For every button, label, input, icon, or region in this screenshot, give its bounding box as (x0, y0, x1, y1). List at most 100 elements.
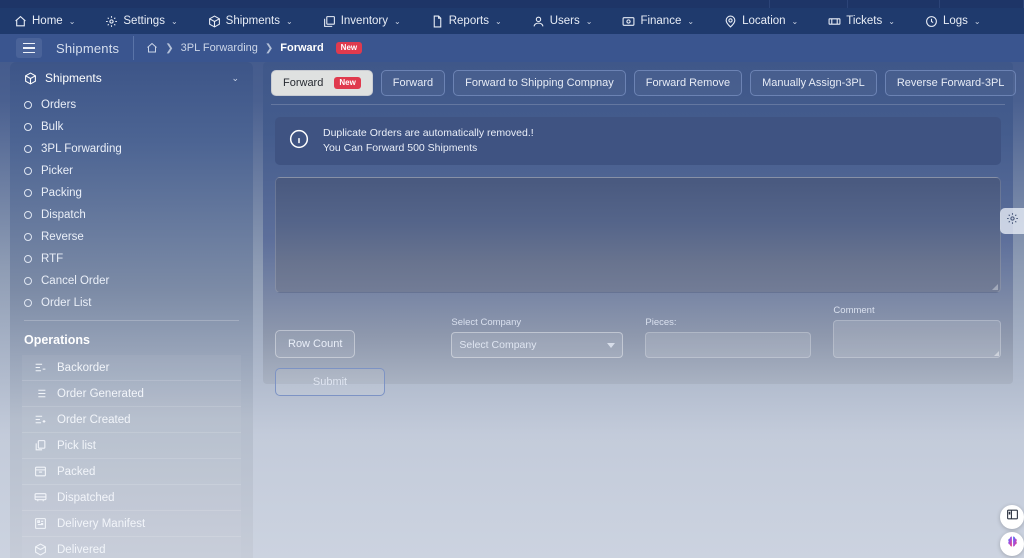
breadcrumb-item-3pl-forwarding[interactable]: 3PL Forwarding (181, 42, 258, 54)
nav-item-finance[interactable]: Finance ⌄ (622, 15, 708, 28)
tab-label: Reverse Forward-3PL (896, 77, 1005, 89)
sidebar-item-delivered[interactable]: Delivered (22, 537, 241, 558)
divider (271, 104, 1005, 105)
nav-item-shipments[interactable]: Shipments ⌄ (208, 14, 307, 28)
sidebar-item-backorder[interactable]: Backorder (22, 355, 241, 381)
sidebar-item-reverse[interactable]: Reverse (10, 226, 253, 248)
tab-reverse-forward-3pl[interactable]: Reverse Forward-3PL (884, 70, 1017, 96)
settings-fab[interactable] (1000, 208, 1024, 234)
comment-group: Comment (833, 305, 1002, 358)
sidebar-item-orders[interactable]: Orders (10, 94, 253, 116)
row-count-button[interactable]: Row Count (275, 330, 356, 358)
nav-item-logs[interactable]: Logs ⌄ (925, 15, 995, 28)
hamburger-icon[interactable] (16, 38, 42, 58)
sidebar-item-packing[interactable]: Packing (10, 182, 253, 204)
select-company-group: Select Company Select Company (451, 317, 624, 358)
nav-item-inventory[interactable]: Inventory ⌄ (323, 15, 415, 28)
sidebar-item-order-generated[interactable]: Order Generated (22, 381, 241, 407)
new-badge: New (334, 77, 361, 89)
chevron-down-icon[interactable]: ⌄ (231, 73, 239, 84)
archive-icon (34, 465, 47, 478)
sidebar-item-order-created[interactable]: Order Created (22, 407, 241, 433)
divider (24, 320, 239, 321)
sidebar-item-label: Delivery Manifest (57, 517, 146, 530)
sidebar-item-label: Dispatch (41, 209, 86, 221)
alert-line-1: Duplicate Orders are automatically remov… (323, 126, 534, 139)
chevron-down-icon: ⌄ (687, 16, 695, 26)
sidebar-item-label: Order Created (57, 413, 131, 426)
gear-icon (105, 15, 118, 28)
form-row: Row Count Select Company Select Company … (263, 293, 1013, 358)
orders-textarea[interactable] (275, 177, 1001, 293)
new-badge: New (335, 42, 363, 54)
tab-forward[interactable]: Forward (380, 70, 446, 96)
nav-label: Tickets (846, 15, 883, 27)
tab-forward-to-shipping-company[interactable]: Forward to Shipping Compnay (453, 70, 626, 96)
box-icon (208, 14, 221, 28)
list-minus-icon (34, 361, 47, 374)
ai-assistant-fab[interactable] (1000, 532, 1024, 556)
sidebar-item-label: 3PL Forwarding (41, 143, 122, 155)
sidebar-section-title-operations: Operations (24, 333, 90, 347)
submit-button[interactable]: Submit (275, 368, 385, 396)
radio-icon (24, 145, 32, 153)
nav-item-location[interactable]: Location ⌄ (724, 15, 812, 28)
file-icon (431, 15, 444, 28)
nav-item-settings[interactable]: Settings ⌄ (105, 15, 191, 28)
sidebar-item-label: Picker (41, 165, 73, 177)
pieces-input[interactable] (645, 332, 812, 358)
alert-text: Duplicate Orders are automatically remov… (323, 126, 534, 156)
sidebar-group-label: Shipments (45, 71, 102, 85)
nav-item-tickets[interactable]: Tickets ⌄ (828, 15, 909, 28)
tab-forward-remove[interactable]: Forward Remove (633, 70, 743, 96)
nav-item-reports[interactable]: Reports ⌄ (431, 15, 516, 28)
sidebar-item-rtf[interactable]: RTF (10, 248, 253, 270)
money-icon (622, 15, 635, 28)
nav-item-home[interactable]: Home ⌄ (14, 15, 89, 28)
chevron-down-icon: ⌄ (888, 16, 895, 26)
info-icon (289, 129, 309, 154)
breadcrumb: ❯ 3PL Forwarding ❯ Forward New (146, 42, 363, 54)
book-panel-icon (1006, 508, 1019, 526)
radio-icon (24, 277, 32, 285)
clock-icon (925, 15, 938, 28)
tab-manually-assign-3pl[interactable]: Manually Assign-3PL (750, 70, 877, 96)
truck-icon (34, 491, 47, 504)
ticket-icon (828, 15, 841, 28)
sidebar-item-picker[interactable]: Picker (10, 160, 253, 182)
browser-tab[interactable] (848, 0, 940, 8)
sidebar-item-pick-list[interactable]: Pick list (22, 433, 241, 459)
select-company-dropdown[interactable]: Select Company (451, 332, 624, 358)
box-icon (24, 71, 37, 85)
panel-toggle-fab[interactable] (1000, 505, 1024, 529)
chevron-down-icon: ⌄ (585, 16, 593, 26)
sidebar-item-delivery-manifest[interactable]: Delivery Manifest (22, 511, 241, 537)
radio-icon (24, 255, 32, 263)
browser-tab[interactable] (940, 0, 1024, 8)
sidebar-group-shipments[interactable]: Shipments ⌄ (10, 62, 253, 94)
package-icon (34, 543, 47, 556)
sidebar-item-label: Order List (41, 297, 92, 309)
nav-label: Logs (942, 15, 968, 27)
sidebar-item-label: Pick list (57, 439, 96, 452)
comment-textarea[interactable] (833, 320, 1002, 358)
tab-forward-new[interactable]: Forward New (271, 70, 373, 96)
nav-item-users[interactable]: Users ⌄ (532, 15, 607, 28)
sidebar-item-label: Packing (41, 187, 82, 199)
sidebar-item-packed[interactable]: Packed (22, 459, 241, 485)
sidebar-item-dispatch[interactable]: Dispatch (10, 204, 253, 226)
top-navigation-bar: Home ⌄ Settings ⌄ Shipments ⌄ Inventory … (0, 8, 1024, 34)
sidebar-item-3pl-forwarding[interactable]: 3PL Forwarding (10, 138, 253, 160)
sidebar-item-bulk[interactable]: Bulk (10, 116, 253, 138)
breadcrumb-home-icon[interactable] (146, 42, 158, 54)
browser-tab[interactable] (770, 0, 848, 8)
sidebar-item-cancel-order[interactable]: Cancel Order (10, 270, 253, 292)
sidebar-item-order-list[interactable]: Order List (10, 292, 253, 314)
tab-label: Forward Remove (645, 77, 731, 89)
pieces-label: Pieces: (645, 317, 677, 328)
browser-tab[interactable] (0, 0, 770, 8)
chevron-down-icon: ⌄ (791, 16, 799, 26)
manifest-icon (34, 517, 47, 530)
pieces-group: Pieces: (645, 317, 812, 358)
sidebar-item-dispatched[interactable]: Dispatched (22, 485, 241, 511)
